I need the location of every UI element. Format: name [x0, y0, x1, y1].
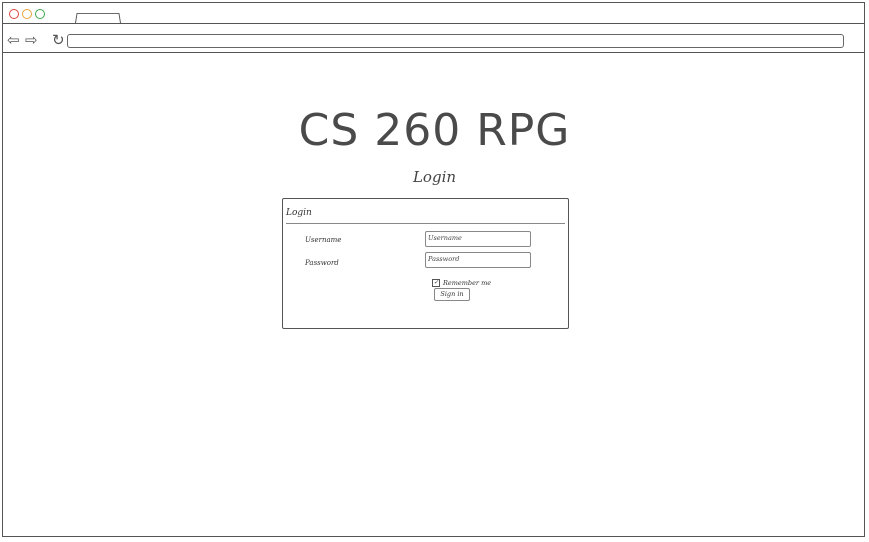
- page-title: CS 260 RPG: [298, 105, 571, 156]
- username-label: Username: [305, 236, 342, 244]
- password-input[interactable]: Password: [425, 252, 531, 268]
- address-bar[interactable]: [67, 34, 844, 48]
- sign-in-button[interactable]: Sign in: [434, 288, 470, 301]
- remember-me-option[interactable]: ✓ Remember me: [432, 279, 491, 287]
- forward-arrow-icon[interactable]: ⇨: [25, 33, 38, 48]
- minimize-window-button[interactable]: [22, 9, 32, 19]
- password-label: Password: [305, 259, 339, 267]
- close-window-button[interactable]: [9, 9, 19, 19]
- page-subtitle: Login: [412, 168, 457, 186]
- browser-window: ⇦ ⇨ ↻ CS 260 RPG Login Login Username Us…: [2, 2, 865, 537]
- login-panel-header: Login: [286, 208, 312, 218]
- remember-me-checkbox[interactable]: ✓: [432, 279, 440, 287]
- browser-toolbar: ⇦ ⇨ ↻: [3, 24, 864, 53]
- reload-icon[interactable]: ↻: [52, 33, 65, 48]
- browser-titlebar: [3, 3, 864, 24]
- username-input[interactable]: Username: [425, 231, 531, 247]
- maximize-window-button[interactable]: [35, 9, 45, 19]
- panel-divider: [286, 223, 565, 224]
- remember-me-label: Remember me: [443, 279, 492, 287]
- browser-tab[interactable]: [75, 13, 121, 23]
- login-panel: Login Username Username Password Passwor…: [282, 198, 569, 329]
- back-arrow-icon[interactable]: ⇦: [7, 33, 20, 48]
